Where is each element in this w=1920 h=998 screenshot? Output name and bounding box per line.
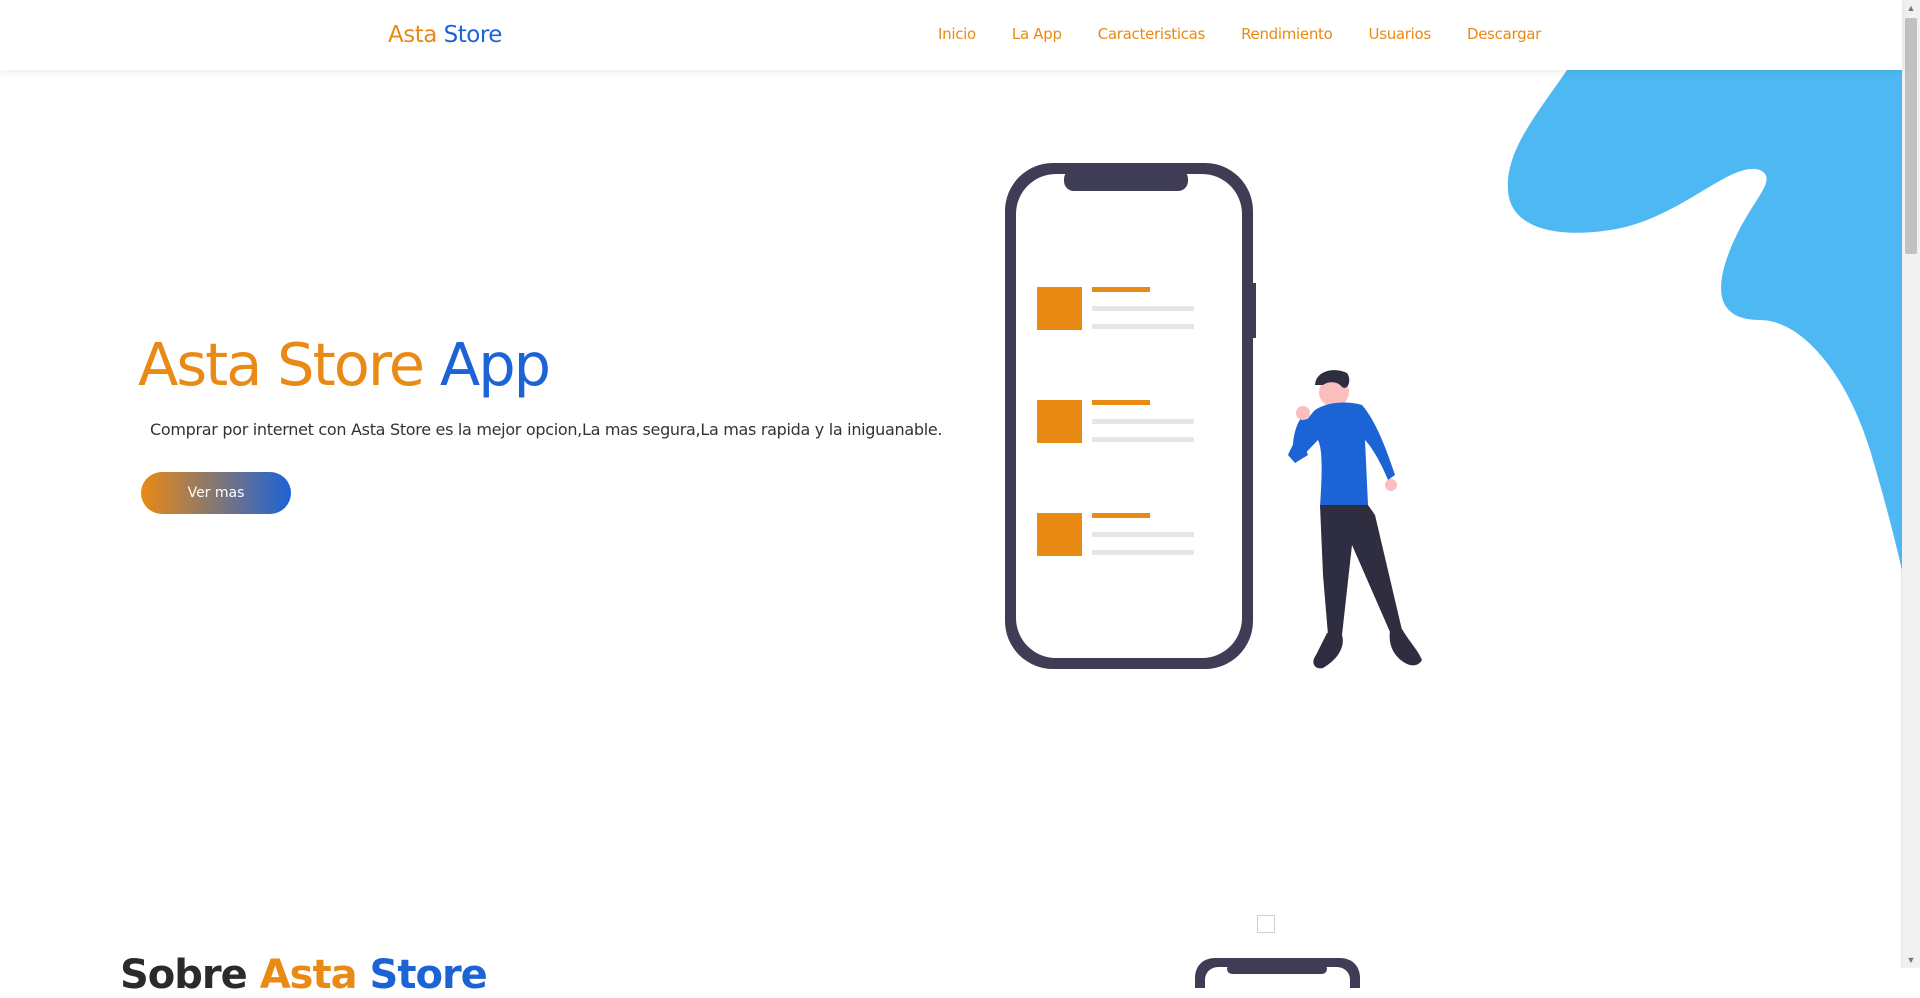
top-navbar: Asta Store Inicio La App Caracteristicas…: [0, 0, 1902, 70]
section-title-part1: Sobre: [120, 952, 248, 998]
main-nav: Inicio La App Caracteristicas Rendimient…: [938, 25, 1577, 43]
phone-person-illustration: [1005, 163, 1422, 669]
brand-logo[interactable]: Asta Store: [388, 22, 502, 48]
section-title-part2: Asta: [259, 952, 358, 998]
hero-subtitle: Comprar por internet con Asta Store es l…: [150, 420, 943, 439]
scroll-down-icon[interactable]: ▼: [1902, 952, 1920, 968]
nav-item-la-app[interactable]: La App: [1012, 25, 1062, 43]
vertical-scrollbar[interactable]: ▲ ▼: [1901, 0, 1920, 968]
nav-item-rendimiento[interactable]: Rendimiento: [1241, 25, 1333, 43]
brand-part2: Store: [443, 22, 503, 48]
phone-illustration: [1005, 163, 1256, 669]
ver-mas-button[interactable]: Ver mas: [141, 472, 291, 514]
hero-title-part2: App: [439, 330, 551, 399]
hero-title-part1: Asta Store: [138, 330, 425, 399]
section-title-sobre: Sobre Asta Store: [120, 952, 488, 998]
scrollbar-thumb[interactable]: [1905, 18, 1917, 254]
blob-shape-decoration: [1507, 70, 1902, 570]
scroll-up-icon[interactable]: ▲: [1902, 0, 1920, 16]
nav-item-caracteristicas[interactable]: Caracteristicas: [1098, 25, 1206, 43]
nav-item-inicio[interactable]: Inicio: [938, 25, 976, 43]
person-illustration: [1288, 370, 1422, 669]
hero-title: Asta Store App: [138, 335, 551, 394]
phone-illustration-partial: [1195, 958, 1360, 988]
nav-item-descargar[interactable]: Descargar: [1467, 25, 1541, 43]
nav-item-usuarios[interactable]: Usuarios: [1369, 25, 1432, 43]
small-checkbox[interactable]: [1257, 915, 1275, 933]
brand-part1: Asta: [388, 22, 437, 48]
section-title-part3: Store: [369, 952, 488, 998]
